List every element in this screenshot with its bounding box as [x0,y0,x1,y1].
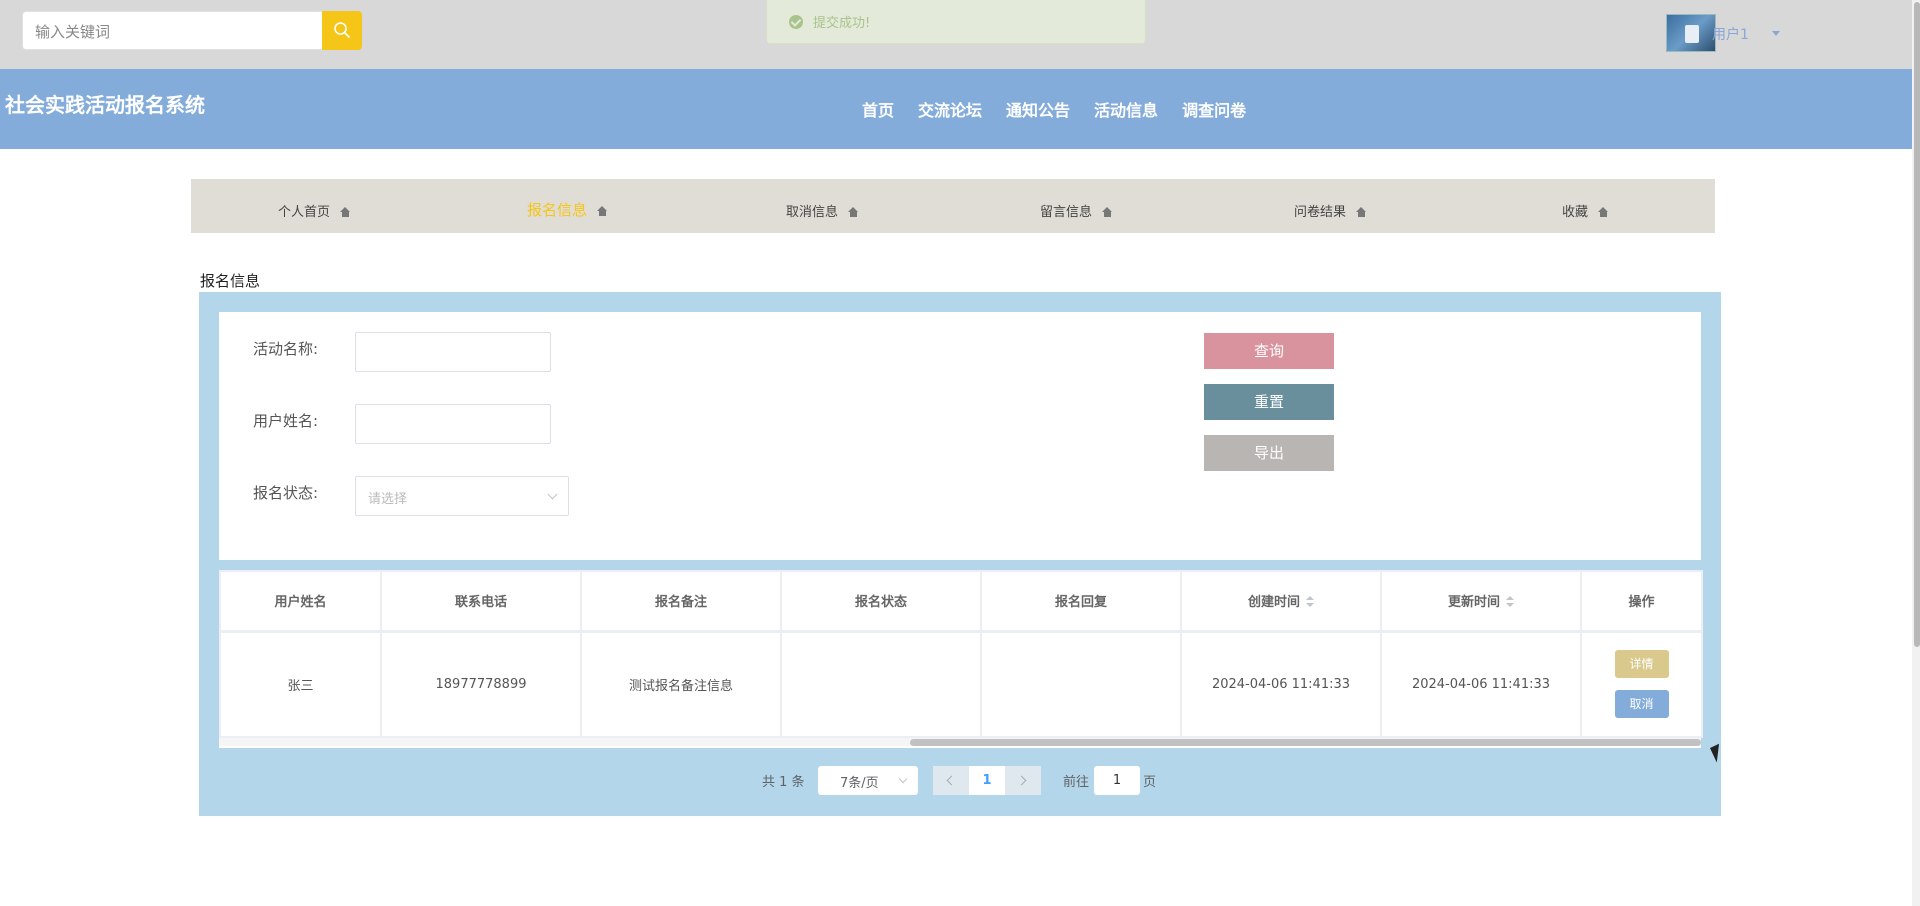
tab-survey-results[interactable]: 问卷结果 [1294,201,1367,220]
cell-updated-time: 2024-04-06 11:41:33 [1380,630,1582,738]
reset-button[interactable]: 重置 [1204,384,1334,420]
sort-icon[interactable] [1306,596,1314,608]
column-header: 报名回复 [980,570,1182,633]
tab-favorites[interactable]: 收藏 [1562,201,1609,220]
home-icon [1102,207,1113,217]
detail-button[interactable]: 详情 [1614,650,1669,679]
tab-personal-home[interactable]: 个人首页 [278,201,351,220]
site-header: 社会实践活动报名系统 首页 交流论坛 通知公告 活动信息 调查问卷 [0,69,1920,149]
activity-name-input[interactable] [355,332,551,372]
query-button[interactable]: 查询 [1204,333,1334,369]
table-row: 张三 18977778899 测试报名备注信息 2024-04-06 11:41… [219,630,1703,738]
column-header-sortable[interactable]: 创建时间 [1180,570,1382,633]
top-bar: 输入关键词 提交成功! 用户1 [0,0,1920,69]
cell-phone: 18977778899 [380,630,582,738]
home-icon [1598,207,1609,217]
cell-actions: 详情 取消 [1580,630,1703,738]
nav-activity[interactable]: 活动信息 [1094,97,1158,121]
chevron-down-icon[interactable] [1772,31,1780,36]
export-button[interactable]: 导出 [1204,435,1334,471]
chevron-down-icon [898,774,908,784]
tab-cancel-info[interactable]: 取消信息 [786,201,859,220]
toast-message: 提交成功! [813,16,871,31]
page-suffix-label: 页 [1143,775,1157,790]
status-select-placeholder: 请选择 [368,492,408,507]
status-select[interactable]: 请选择 [355,476,569,516]
column-header: 联系电话 [380,570,582,633]
nav-survey[interactable]: 调查问卷 [1182,97,1246,121]
user-name[interactable]: 用户1 [1712,24,1749,44]
avatar[interactable] [1666,14,1716,52]
column-header: 用户姓名 [219,570,382,633]
pagination-total: 共 1 条 [762,775,805,790]
nav-home[interactable]: 首页 [862,97,894,121]
chevron-down-icon [547,489,558,500]
success-check-icon [789,15,803,29]
cell-user-name: 张三 [219,630,382,738]
goto-page-input[interactable]: 1 [1094,766,1140,795]
success-toast: 提交成功! [766,0,1146,44]
nav-notice[interactable]: 通知公告 [1006,97,1070,121]
cell-reply [980,630,1182,738]
page-number-current[interactable]: 1 [969,766,1005,795]
cell-created-time: 2024-04-06 11:41:33 [1180,630,1382,738]
goto-label: 前往 [1063,775,1090,790]
site-title: 社会实践活动报名系统 [5,93,205,117]
search-icon [334,22,350,38]
search-input[interactable]: 输入关键词 [22,11,322,50]
table-scrollbar-thumb[interactable] [910,739,1701,746]
user-name-label: 用户姓名: [253,412,319,430]
sort-icon[interactable] [1506,596,1514,608]
search-button[interactable] [322,11,362,50]
filter-form: 活动名称: 用户姓名: 报名状态: 请选择 查询 重置 导出 [219,312,1701,560]
user-name-input[interactable] [355,404,551,444]
home-icon [597,206,608,216]
column-header: 操作 [1580,570,1703,633]
column-header: 报名备注 [580,570,782,633]
registration-table: 用户姓名 联系电话 报名备注 报名状态 报名回复 创建时间 更新时间 操作 张三… [219,570,1703,748]
home-icon [848,207,859,217]
page-scrollbar-thumb[interactable] [1914,2,1920,647]
main-nav: 首页 交流论坛 通知公告 活动信息 调查问卷 [862,97,1270,121]
prev-page-button[interactable] [933,766,969,795]
cell-status [780,630,982,738]
home-icon [340,207,351,217]
page-size-value: 7条/页 [840,776,879,791]
nav-forum[interactable]: 交流论坛 [918,97,982,121]
column-header: 报名状态 [780,570,982,633]
column-header-sortable[interactable]: 更新时间 [1380,570,1582,633]
table-header-row: 用户姓名 联系电话 报名备注 报名状态 报名回复 创建时间 更新时间 操作 [219,570,1703,633]
status-label: 报名状态: [253,484,319,502]
home-icon [1356,207,1367,217]
page-size-select[interactable]: 7条/页 [818,766,918,795]
tab-message-info[interactable]: 留言信息 [1040,201,1113,220]
section-title: 报名信息 [200,272,261,290]
cell-note: 测试报名备注信息 [580,630,782,738]
cancel-button[interactable]: 取消 [1614,690,1669,719]
activity-name-label: 活动名称: [253,340,319,358]
tab-registration-info[interactable]: 报名信息 [527,199,608,220]
next-page-button[interactable] [1005,766,1041,795]
center-tabs: 个人首页 报名信息 取消信息 留言信息 问卷结果 收藏 [191,179,1715,233]
